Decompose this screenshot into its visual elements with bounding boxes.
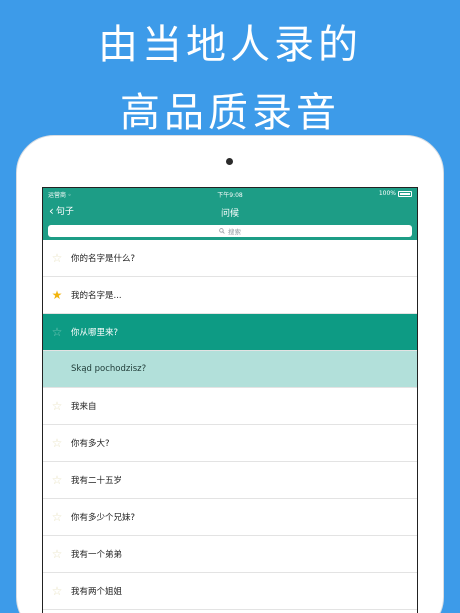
app-store-screenshot: 由当地人录的 高品质录音 运营商 ◦ 下午9:08 100% ‹ 句子 问候 搜…: [0, 0, 460, 613]
magnifier-icon: [219, 228, 225, 234]
phrase-text: 我的名字是...: [71, 291, 122, 301]
search-bar: 搜索: [43, 223, 417, 240]
nav-title: 问候: [220, 209, 239, 219]
phrase-row[interactable]: ☆ 你的名字是什么?: [43, 240, 417, 277]
battery-icon: [398, 190, 412, 197]
search-placeholder: 搜索: [228, 228, 241, 236]
navigation-bar: ‹ 句子 问候: [43, 199, 417, 223]
star-icon[interactable]: ☆: [43, 436, 71, 450]
headline-line-2: 高品质录音: [120, 90, 340, 136]
phrase-row[interactable]: ☆ 你有多少个兄妹?: [43, 499, 417, 536]
star-icon[interactable]: ★: [43, 288, 71, 302]
star-icon[interactable]: ☆: [43, 510, 71, 524]
phrase-text: 你的名字是什么?: [71, 254, 136, 264]
phrase-text: 你有多少个兄妹?: [71, 513, 136, 523]
star-icon[interactable]: ☆: [43, 325, 71, 339]
star-icon[interactable]: ☆: [43, 547, 71, 561]
phrase-row[interactable]: ☆ 我有两个姐姐: [43, 573, 417, 610]
phrase-row[interactable]: ★ 我的名字是...: [43, 277, 417, 314]
phrase-text: Skąd pochodzisz?: [71, 364, 147, 374]
phrase-row[interactable]: ☆ 你有多大?: [43, 425, 417, 462]
status-bar: 运营商 ◦ 下午9:08 100%: [43, 188, 417, 199]
translation-row[interactable]: Skąd pochodzisz?: [43, 351, 417, 388]
phrase-text: 我有二十五岁: [71, 476, 123, 486]
star-icon[interactable]: ☆: [43, 584, 71, 598]
battery-percent: 100%: [378, 190, 396, 197]
camera-dot: [226, 158, 233, 165]
app-screen: 运营商 ◦ 下午9:08 100% ‹ 句子 问候 搜索 ☆ 你的名字是什么? …: [42, 187, 418, 613]
headline-line-1: 由当地人录的: [98, 22, 362, 68]
search-input[interactable]: 搜索: [48, 225, 412, 237]
star-icon[interactable]: ☆: [43, 473, 71, 487]
star-icon[interactable]: ☆: [43, 399, 71, 413]
status-time: 下午9:08: [217, 192, 243, 199]
phrase-list: ☆ 你的名字是什么? ★ 我的名字是... ☆ 你从哪里来? Skąd pochodzisz…: [43, 240, 417, 610]
phrase-row[interactable]: ☆ 你从哪里来?: [43, 314, 417, 351]
star-icon[interactable]: ☆: [43, 251, 71, 265]
phrase-row[interactable]: ☆ 我有二十五岁: [43, 462, 417, 499]
phrase-text: 你有多大?: [71, 439, 110, 449]
phrase-row[interactable]: ☆ 我有一个弟弟: [43, 536, 417, 573]
phrase-row[interactable]: ☆ 我来自: [43, 388, 417, 425]
battery-indicator: 100%: [379, 190, 412, 197]
phrase-text: 我来自: [71, 402, 97, 412]
phrase-text: 我有两个姐姐: [71, 587, 123, 597]
phrase-text: 我有一个弟弟: [71, 550, 123, 560]
phrase-text: 你从哪里来?: [71, 328, 119, 338]
